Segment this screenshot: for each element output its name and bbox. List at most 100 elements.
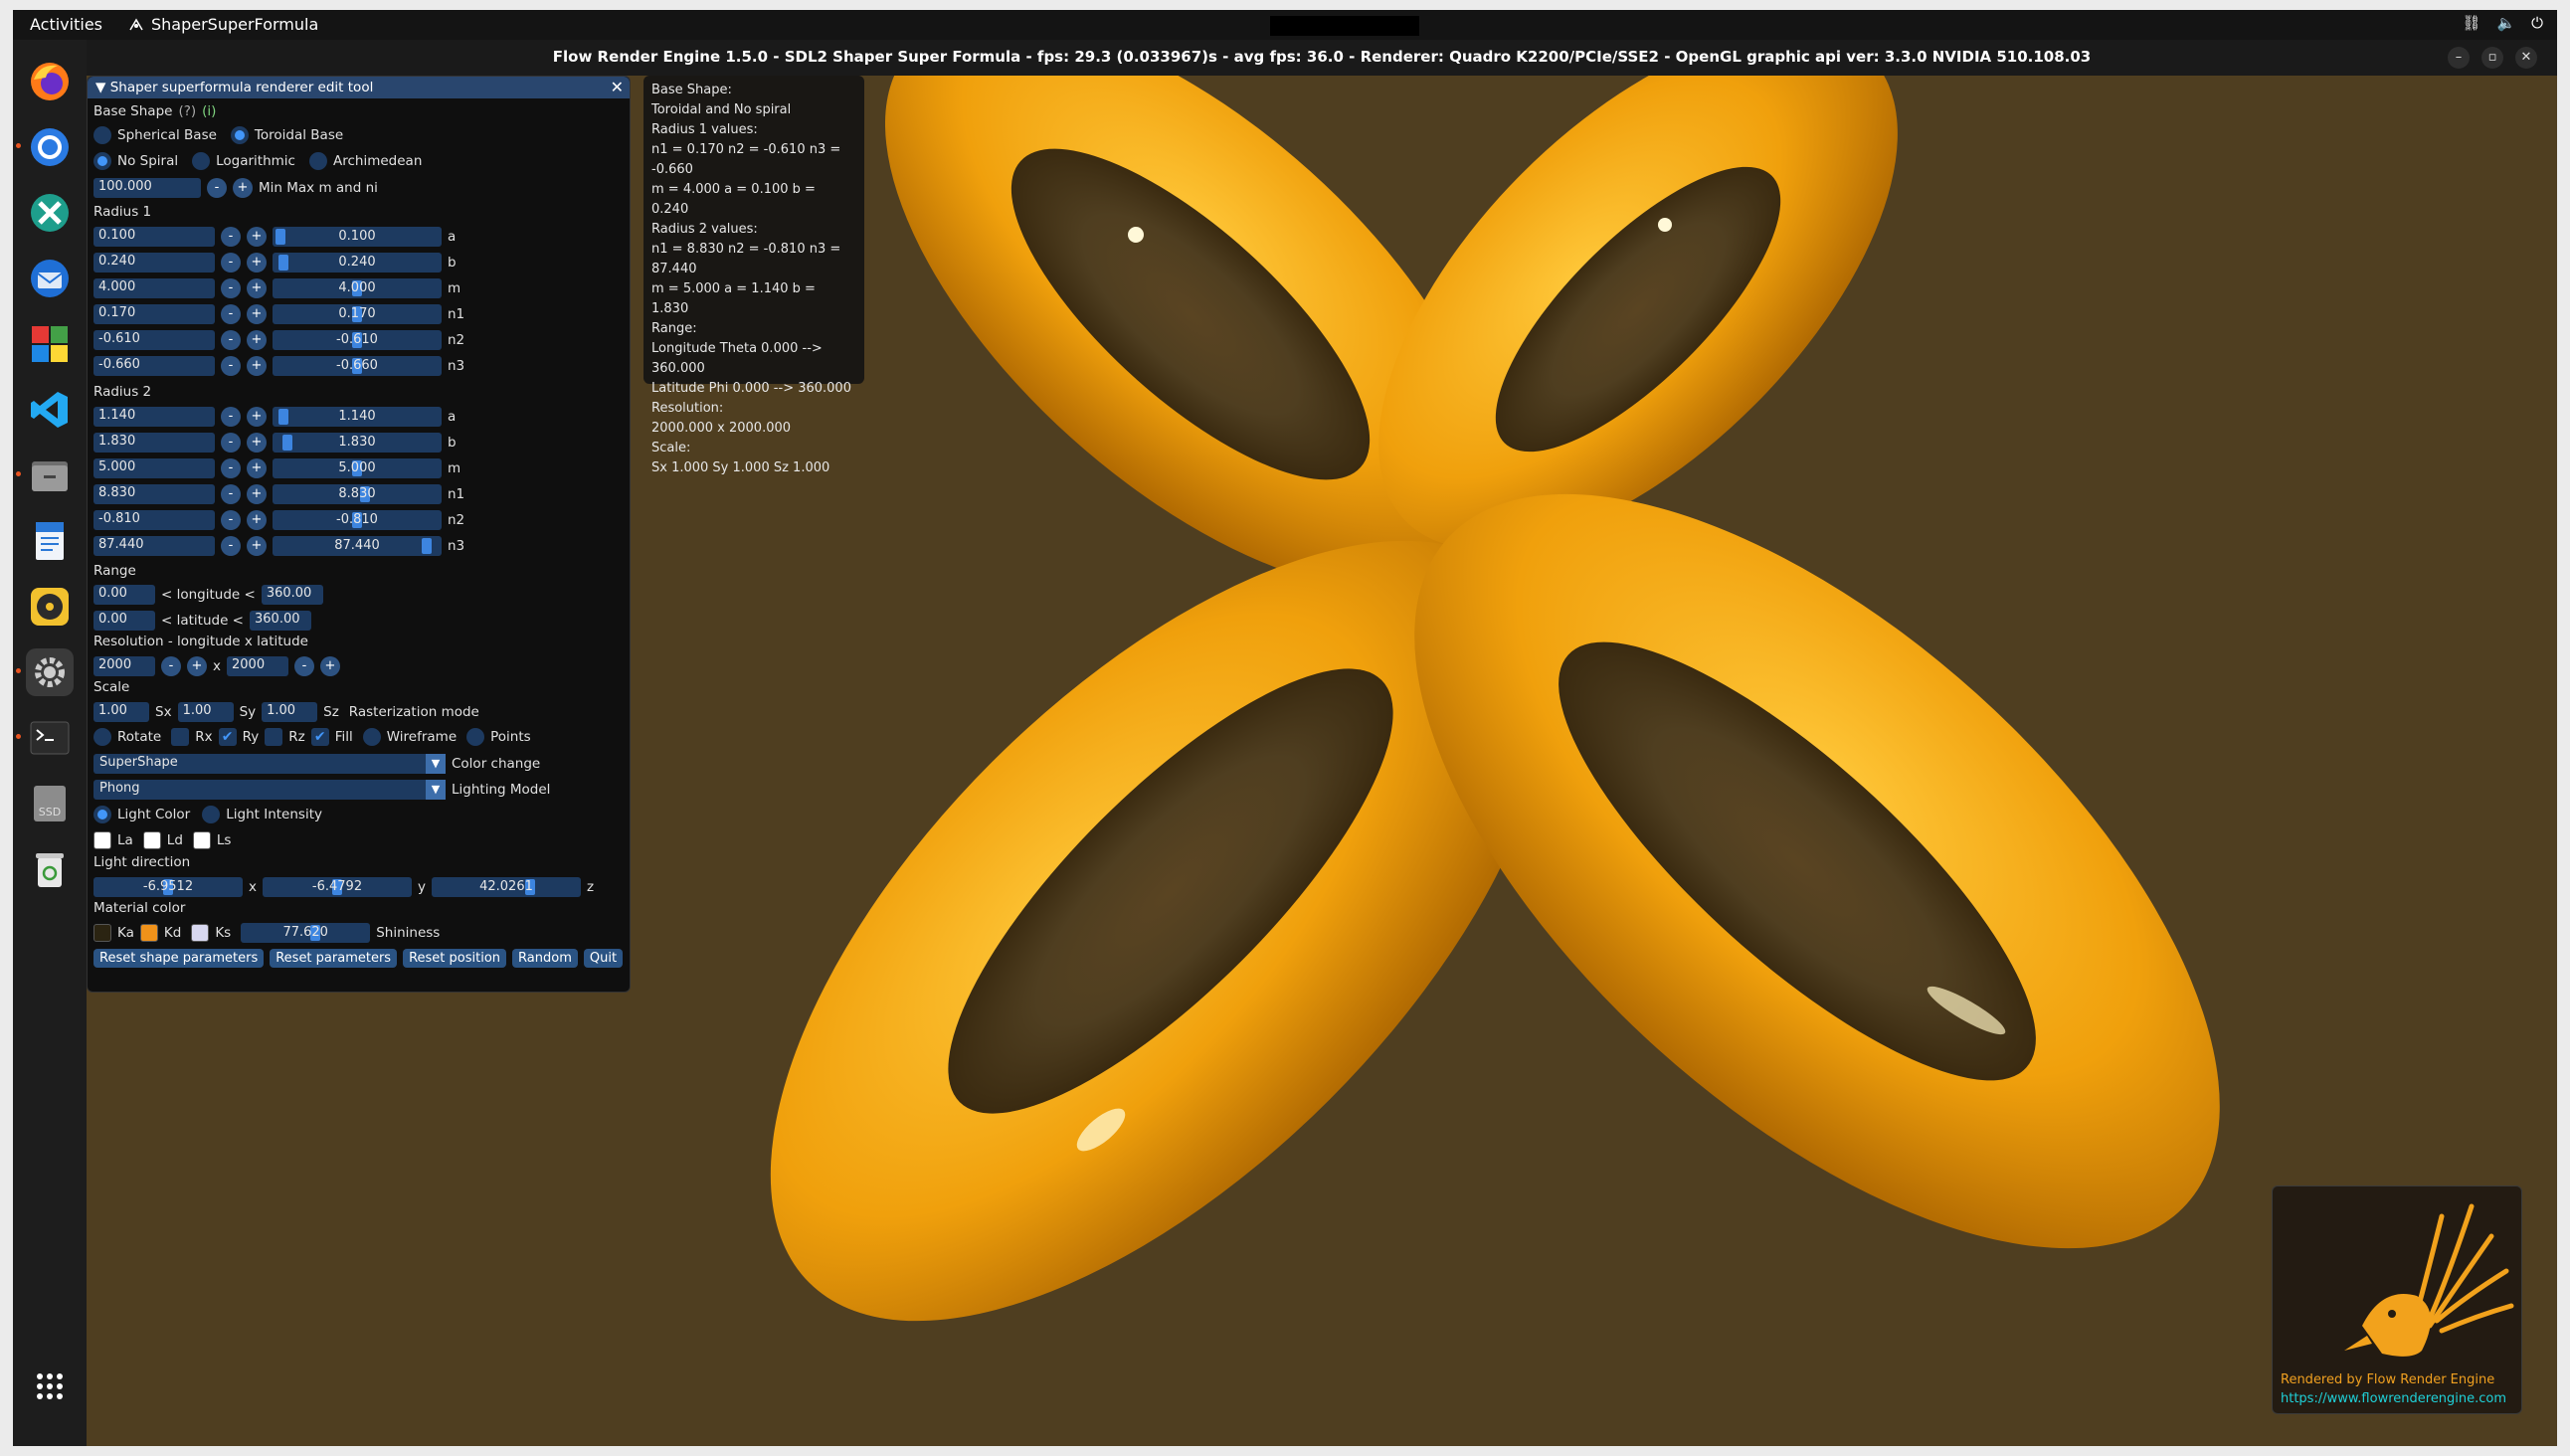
longitude-max-input[interactable]: 360.00 [261,585,323,605]
radius2-a-slider[interactable]: 1.140 [273,407,442,427]
firefox-icon[interactable] [26,58,74,105]
slider-grab[interactable] [278,255,288,271]
system-tray[interactable]: ⛓ 🔈 ⏻ [2462,14,2543,32]
vscode-icon[interactable] [26,386,74,434]
rx-checkbox[interactable] [171,728,190,746]
office-icon[interactable] [26,320,74,368]
ka-swatch[interactable] [93,924,111,942]
radius1-b-plus-button[interactable]: + [247,253,267,273]
points-radio[interactable] [466,728,485,746]
logarithmic-radio[interactable] [192,152,211,170]
ssd-icon[interactable]: SSD [26,780,74,827]
toroidal-radio[interactable] [230,126,249,144]
lighting-model-combo[interactable]: Phong ▼ [93,780,446,800]
color-change-combo[interactable]: SuperShape ▼ [93,754,446,774]
radius2-n1-input[interactable]: 8.830 [93,484,215,504]
random-button[interactable]: Random [512,949,578,968]
chevron-down-icon[interactable]: ▼ [426,780,446,800]
res-latitude-input[interactable]: 2000 [227,656,288,676]
radius1-n1-input[interactable]: 0.170 [93,304,215,324]
volume-icon[interactable]: 🔈 [2496,14,2515,32]
panel-header[interactable]: ▼ Shaper superformula renderer edit tool [88,77,630,98]
minmax-plus-button[interactable]: + [233,178,253,198]
minmax-minus-button[interactable]: - [207,178,227,198]
no-spiral-radio[interactable] [93,152,111,170]
slider-grab[interactable] [275,229,285,245]
sy-input[interactable]: 1.00 [177,702,234,722]
panel-close-icon[interactable]: ✕ [611,78,624,96]
radius1-n2-slider[interactable]: -0.610 [273,330,442,350]
reset-params-button[interactable]: Reset parameters [270,949,398,968]
radius2-b-input[interactable]: 1.830 [93,433,215,453]
ry-checkbox[interactable]: ✔ [218,728,237,746]
edit-tool-panel[interactable]: ▼ Shaper superformula renderer edit tool… [87,76,631,993]
reset-position-button[interactable]: Reset position [403,949,507,968]
chevron-down-icon[interactable]: ▼ [426,754,446,774]
radius1-a-slider[interactable]: 0.100 [273,227,442,247]
radius1-n3-minus-button[interactable]: - [221,356,241,376]
radius1-b-input[interactable]: 0.240 [93,253,215,273]
latitude-min-input[interactable]: 0.00 [93,611,155,631]
fill-checkbox[interactable]: ✔ [310,728,329,746]
res-lon-minus-button[interactable]: - [161,656,181,676]
radius2-n2-input[interactable]: -0.810 [93,510,215,530]
activities-button[interactable]: Activities [30,15,102,34]
slider-grab[interactable] [422,538,432,554]
radius2-m-minus-button[interactable]: - [221,458,241,478]
radius1-n2-plus-button[interactable]: + [247,330,267,350]
radius2-n1-minus-button[interactable]: - [221,484,241,504]
radius1-m-plus-button[interactable]: + [247,278,267,298]
radius1-a-minus-button[interactable]: - [221,227,241,247]
info-tooltip[interactable]: (i) [202,103,216,119]
radius2-n3-minus-button[interactable]: - [221,536,241,556]
collapse-icon[interactable]: ▼ [95,80,105,95]
ks-swatch[interactable] [191,924,210,942]
trash-icon[interactable] [26,845,74,893]
res-lon-plus-button[interactable]: + [187,656,207,676]
reset-shape-button[interactable]: Reset shape parameters [93,949,265,968]
ls-swatch[interactable] [192,831,211,849]
radius2-n1-slider[interactable]: 8.830 [273,484,442,504]
network-icon[interactable]: ⛓ [2462,14,2480,32]
light-dir-y-slider[interactable]: -6.4792 [263,877,412,897]
res-lat-plus-button[interactable]: + [320,656,340,676]
radius1-b-minus-button[interactable]: - [221,253,241,273]
power-icon[interactable]: ⏻ [2531,14,2543,32]
crossover-icon[interactable] [26,189,74,237]
light-dir-x-slider[interactable]: -6.9512 [93,877,243,897]
help-tooltip[interactable]: (?) [178,103,196,119]
ld-swatch[interactable] [142,831,161,849]
radius1-b-slider[interactable]: 0.240 [273,253,442,273]
radius1-m-minus-button[interactable]: - [221,278,241,298]
spherical-radio[interactable] [93,126,111,144]
radius2-n3-slider[interactable]: 87.440 [273,536,442,556]
radius1-a-input[interactable]: 0.100 [93,227,215,247]
radius1-n1-minus-button[interactable]: - [221,304,241,324]
radius1-n3-plus-button[interactable]: + [247,356,267,376]
render-viewport[interactable]: ▼ Shaper superformula renderer edit tool… [87,76,2557,1446]
radius2-a-plus-button[interactable]: + [247,407,267,427]
radius2-b-slider[interactable]: 1.830 [273,433,442,453]
writer-icon[interactable] [26,517,74,565]
radius1-n1-plus-button[interactable]: + [247,304,267,324]
rz-checkbox[interactable] [265,728,283,746]
radius1-m-slider[interactable]: 4.000 [273,278,442,298]
la-swatch[interactable] [93,831,111,849]
rotate-radio[interactable] [93,728,111,746]
light-color-radio[interactable] [93,806,111,823]
rhythmbox-icon[interactable] [26,583,74,631]
settings-icon[interactable] [16,648,74,696]
slider-grab[interactable] [278,409,288,425]
window-titlebar[interactable]: Flow Render Engine 1.5.0 - SDL2 Shaper S… [87,40,2557,76]
latitude-max-input[interactable]: 360.00 [250,611,311,631]
app-grid-icon[interactable] [26,1363,74,1410]
radius1-n3-input[interactable]: -0.660 [93,356,215,376]
radius2-b-plus-button[interactable]: + [247,433,267,453]
chrome-icon[interactable] [16,123,74,171]
res-lat-minus-button[interactable]: - [294,656,314,676]
thunderbird-icon[interactable] [26,255,74,302]
radius1-n3-slider[interactable]: -0.660 [273,356,442,376]
radius1-n2-minus-button[interactable]: - [221,330,241,350]
radius2-n1-plus-button[interactable]: + [247,484,267,504]
files-icon[interactable] [16,452,74,499]
